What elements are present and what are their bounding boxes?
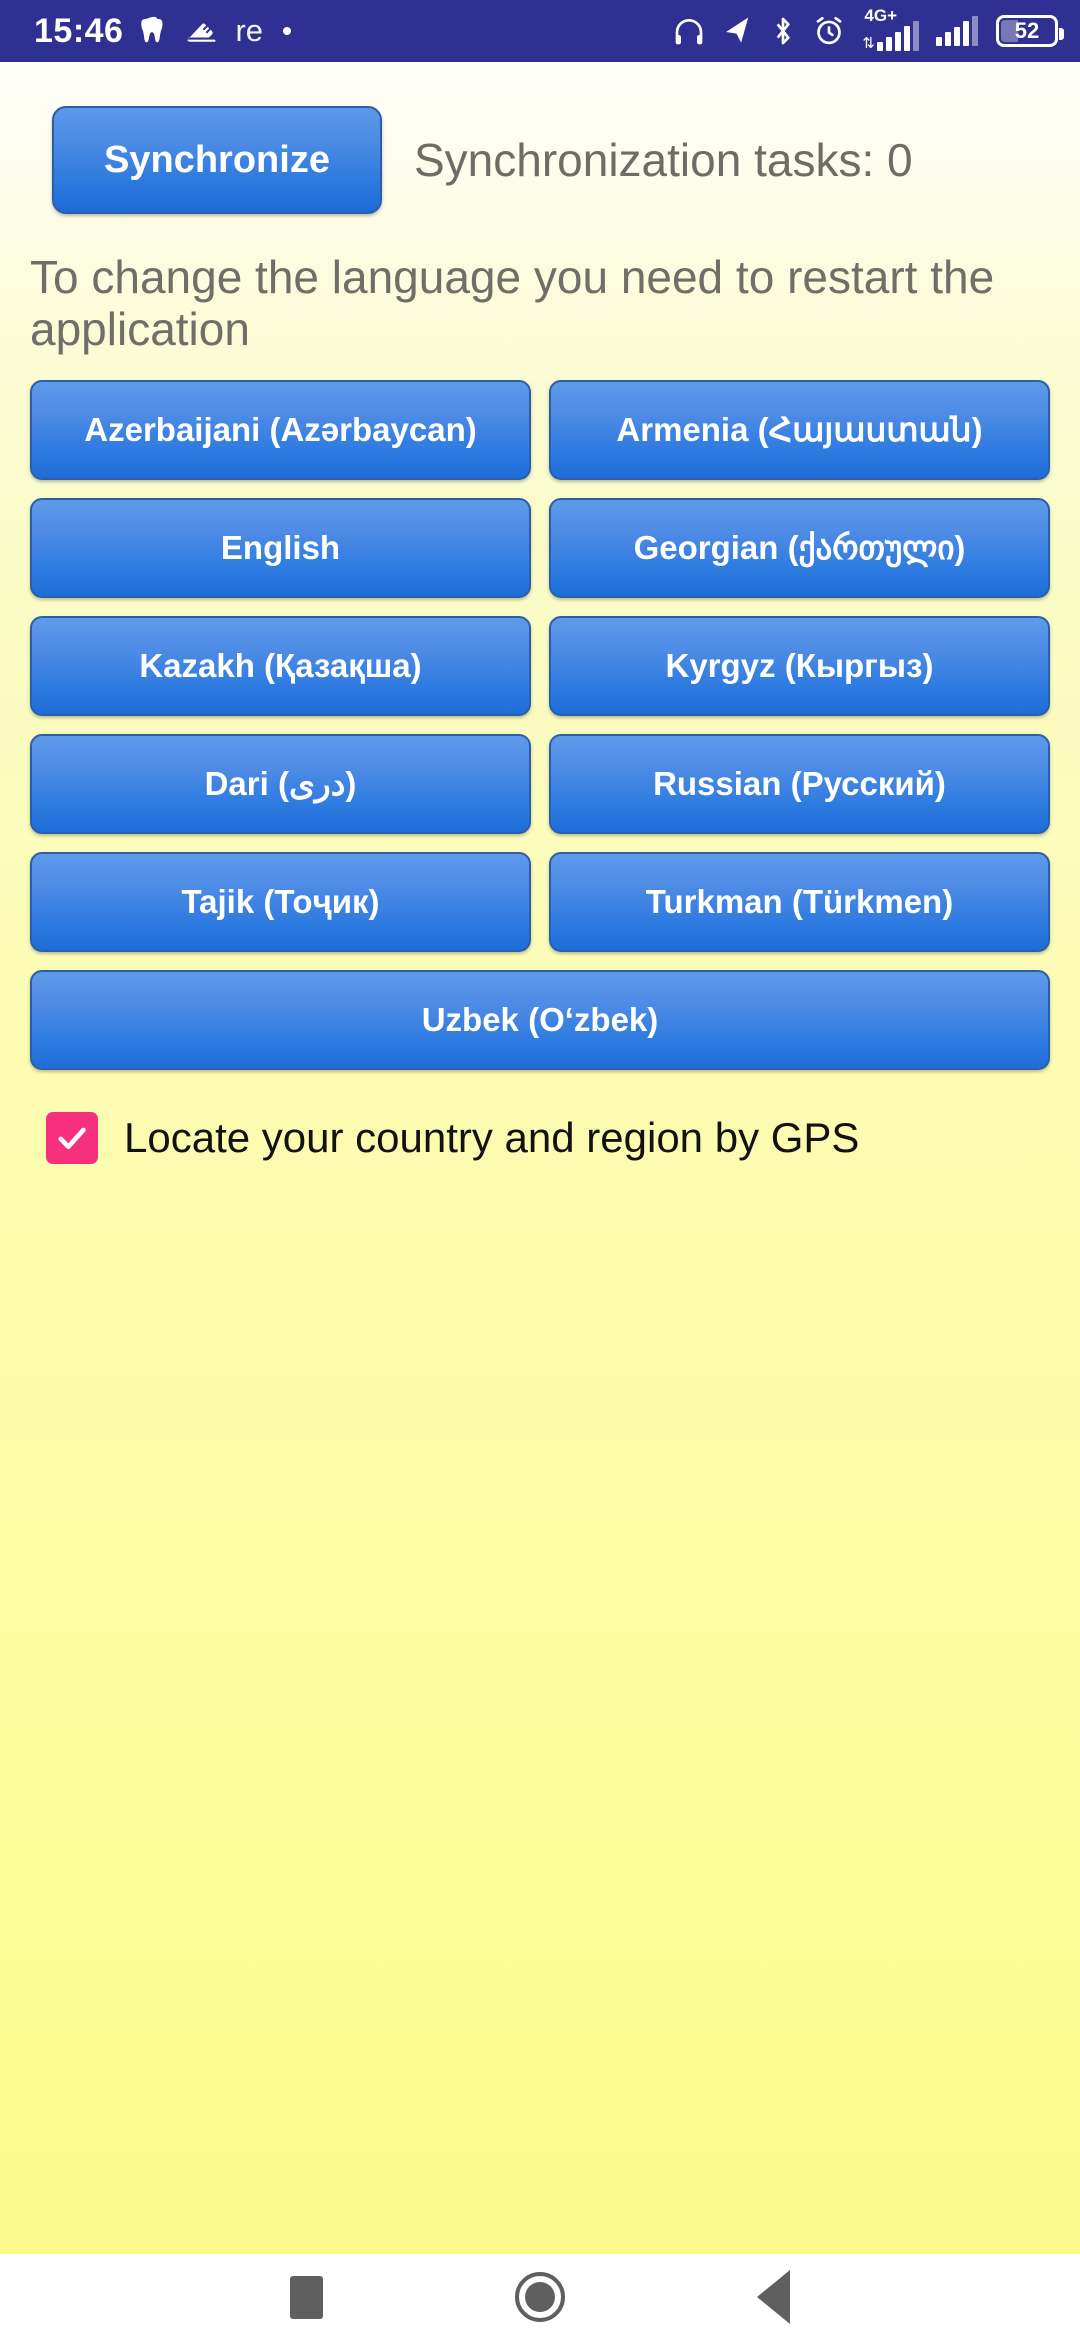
gps-checkbox-label: Locate your country and region by GPS bbox=[124, 1113, 860, 1161]
network-type-label: 4G+ bbox=[864, 6, 898, 25]
status-bar-notification-text: re bbox=[235, 13, 264, 48]
bluetooth-icon bbox=[770, 15, 796, 47]
app-content: Synchronize Synchronization tasks: 0 To … bbox=[0, 62, 1080, 2254]
home-inner-circle bbox=[525, 2282, 555, 2312]
shoe-icon bbox=[185, 16, 221, 46]
language-button-russian[interactable]: Russian (Русский) bbox=[549, 733, 1050, 834]
location-arrow-icon bbox=[722, 15, 754, 47]
data-transfer-icon: ⇅ bbox=[862, 35, 875, 52]
language-button-azerbaijani[interactable]: Azerbaijani (Azərbaycan) bbox=[30, 379, 531, 480]
status-bar-left: 15:46 re bbox=[34, 12, 292, 50]
language-button-grid: Azerbaijani (Azərbaycan) Armenia (Հայաստա… bbox=[30, 379, 1050, 1070]
battery-level-label: 52 bbox=[1014, 18, 1040, 43]
language-button-armenia[interactable]: Armenia (Հայաստան) bbox=[549, 379, 1050, 480]
synchronize-button[interactable]: Synchronize bbox=[52, 106, 382, 214]
language-button-kazakh[interactable]: Kazakh (Қазақша) bbox=[30, 615, 531, 716]
language-button-turkman[interactable]: Turkman (Türkmen) bbox=[549, 851, 1050, 952]
tooth-icon bbox=[137, 14, 171, 48]
status-bar: 15:46 re 4G+ ⇅ 52 bbox=[0, 0, 1080, 62]
language-button-dari[interactable]: Dari (دری) bbox=[30, 733, 531, 834]
language-button-tajik[interactable]: Tajik (Тоҷик) bbox=[30, 851, 531, 952]
headphones-icon bbox=[672, 15, 706, 47]
status-bar-right: 4G+ ⇅ 52 bbox=[672, 7, 1064, 52]
battery-fill bbox=[1001, 20, 1018, 42]
restart-hint-text: To change the language you need to resta… bbox=[30, 251, 995, 355]
language-button-kyrgyz[interactable]: Kyrgyz (Кыргыз) bbox=[549, 615, 1050, 716]
home-button[interactable] bbox=[515, 2272, 565, 2322]
alarm-clock-icon bbox=[812, 14, 846, 48]
signal-indicator-sim2 bbox=[935, 16, 978, 46]
language-button-uzbek[interactable]: Uzbek (O‘zbek) bbox=[30, 969, 1050, 1070]
signal-indicator-sim1: 4G+ ⇅ bbox=[862, 7, 919, 52]
signal-bars-sim2 bbox=[936, 16, 978, 46]
recents-button[interactable] bbox=[290, 2275, 323, 2319]
gps-checkbox[interactable] bbox=[46, 1111, 98, 1164]
status-bar-clock: 15:46 bbox=[34, 12, 124, 50]
language-button-georgian[interactable]: Georgian (ქართული) bbox=[549, 497, 1050, 598]
system-navigation-bar bbox=[0, 2254, 1080, 2340]
battery-indicator: 52 bbox=[996, 15, 1064, 47]
signal-bars-sim1 bbox=[877, 21, 919, 51]
gps-option-row[interactable]: Locate your country and region by GPS bbox=[46, 1111, 1080, 1164]
synchronization-tasks-label: Synchronization tasks: 0 bbox=[414, 134, 913, 186]
back-button[interactable] bbox=[757, 2270, 790, 2324]
notification-dot-icon bbox=[283, 27, 292, 35]
language-button-english[interactable]: English bbox=[30, 497, 531, 598]
sync-row: Synchronize Synchronization tasks: 0 bbox=[0, 62, 1080, 214]
